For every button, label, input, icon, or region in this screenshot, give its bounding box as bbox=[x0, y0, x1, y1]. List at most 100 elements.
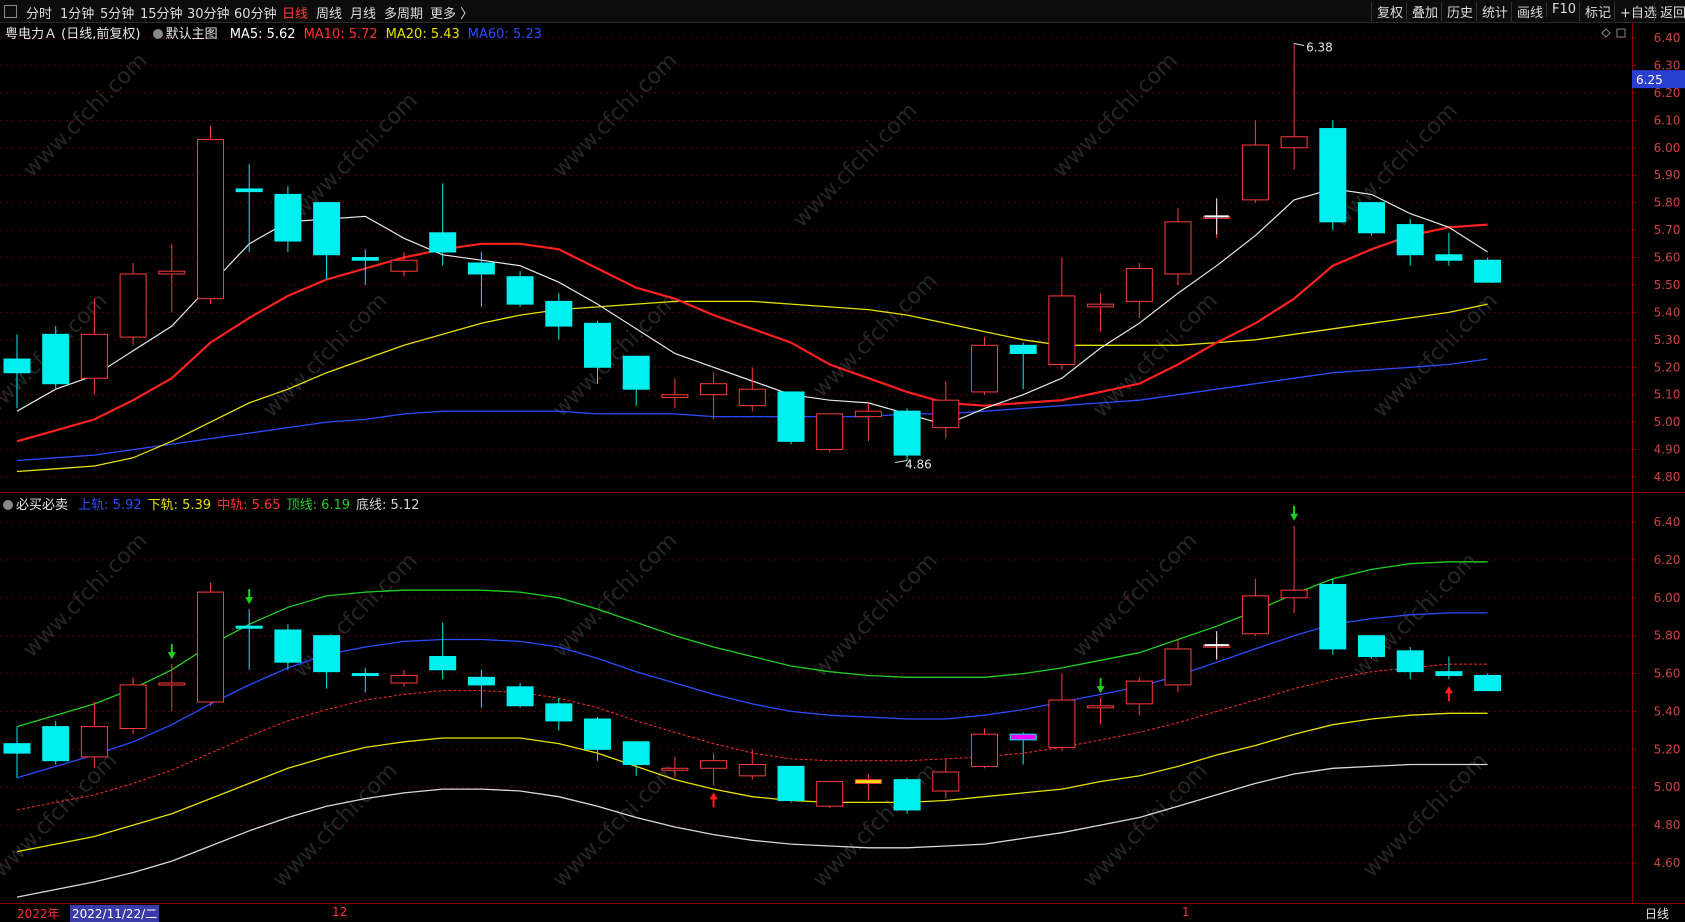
main-candle-body bbox=[816, 413, 844, 451]
indicator-candle-body bbox=[1125, 680, 1153, 705]
watermark-text: www.cfchi.com bbox=[548, 48, 682, 182]
main-candle-body bbox=[429, 232, 457, 253]
price-tick-label: 5.00 bbox=[1654, 415, 1681, 429]
indicator-tick-label: 4.80 bbox=[1654, 818, 1681, 832]
period-label[interactable]: 日线 bbox=[1645, 905, 1669, 922]
price-tick-label: 5.30 bbox=[1654, 333, 1681, 347]
low-price-label: 4.86 bbox=[905, 458, 932, 472]
ma-label-2: MA20: 5.43 bbox=[385, 27, 460, 42]
indicator-candle-body bbox=[700, 760, 728, 769]
indicator-lower-line bbox=[16, 712, 1488, 853]
price-tick-label: 5.60 bbox=[1654, 251, 1681, 265]
indicator-candle-body bbox=[429, 656, 457, 671]
watermark-text: www.cfchi.com bbox=[808, 268, 942, 402]
indicator-candle-body bbox=[1474, 674, 1502, 692]
price-tick-label: 6.10 bbox=[1654, 113, 1681, 127]
month-12-label: 12 bbox=[332, 905, 348, 919]
indicator-candle-body bbox=[80, 726, 108, 758]
buy-arrow-head bbox=[709, 792, 718, 800]
watermark-text: www.cfchi.com bbox=[788, 98, 922, 232]
main-candle-body bbox=[738, 388, 766, 407]
indicator-legend: 上轨: 5.92 下轨: 5.39 中轨: 5.65 顶线: 6.19 底线: 5.12 bbox=[72, 498, 419, 513]
watermark-text: www.cfchi.com bbox=[288, 548, 422, 682]
price-tick-label: 6.00 bbox=[1654, 141, 1681, 155]
indicator-candle-body bbox=[1358, 635, 1385, 658]
current-price-label: 6.25 bbox=[1636, 73, 1663, 87]
indicator-name[interactable]: 必买必卖 bbox=[16, 498, 68, 513]
main-candle-body bbox=[545, 300, 573, 327]
main-candle-body bbox=[158, 270, 186, 275]
main-candle-body bbox=[971, 344, 998, 393]
ma-label-0: MA5: 5.62 bbox=[229, 27, 296, 42]
watermark-text: www.cfchi.com bbox=[1068, 528, 1202, 662]
indicator-candle-body bbox=[816, 781, 844, 807]
template-selector[interactable]: 默认主图 bbox=[152, 27, 218, 42]
indicator-candle-body bbox=[854, 779, 882, 784]
indicator-header: 必买必卖 上轨: 5.92 下轨: 5.39 中轨: 5.65 顶线: 6.19 底线:… bbox=[3, 494, 420, 513]
indicator-candle-body bbox=[1009, 733, 1037, 741]
main-candle-body bbox=[1474, 259, 1502, 283]
main-candle-body bbox=[3, 358, 31, 374]
indicator-candle-body bbox=[42, 726, 70, 762]
main-candle-body bbox=[42, 333, 70, 385]
indicator-tick-label: 6.00 bbox=[1654, 591, 1681, 605]
main-candle-body bbox=[351, 257, 379, 261]
indicator-label-1: 下轨: 5.39 bbox=[147, 498, 212, 513]
indicator-candle-body bbox=[1280, 589, 1308, 599]
main-candle-body bbox=[700, 383, 728, 396]
main-candle-body bbox=[390, 259, 418, 272]
indicator-label-4: 底线: 5.12 bbox=[356, 498, 420, 513]
stock-title[interactable]: 粤电力Ａ (日线,前复权) bbox=[5, 27, 140, 42]
indicator-tick-label: 5.00 bbox=[1654, 780, 1681, 794]
indicator-candle-body bbox=[3, 743, 31, 754]
watermark-text: www.cfchi.com bbox=[18, 528, 152, 662]
price-tick-label: 5.40 bbox=[1654, 305, 1681, 319]
main-candle-body bbox=[119, 273, 147, 338]
buy-arrow-head bbox=[1444, 686, 1453, 694]
indicator-tick-label: 6.20 bbox=[1654, 553, 1681, 567]
price-tick-label: 5.80 bbox=[1654, 196, 1681, 210]
indicator-candle-body bbox=[1087, 705, 1115, 709]
indicator-candle-body bbox=[545, 703, 573, 722]
price-tick-label: 4.80 bbox=[1654, 470, 1681, 484]
indicator-candle-body bbox=[971, 733, 998, 767]
indicator-candle-body bbox=[584, 718, 611, 750]
indicator-label-0: 上轨: 5.92 bbox=[78, 498, 142, 513]
sell-arrow-head bbox=[167, 652, 176, 660]
watermark-text: www.cfchi.com bbox=[0, 748, 123, 882]
ma-legend: MA5: 5.62 MA10: 5.72 MA20: 5.43 MA60: 5.23 bbox=[222, 27, 542, 42]
indicator-candle-body bbox=[390, 674, 418, 684]
main-candle-body bbox=[313, 202, 341, 256]
indicator-tick-label: 6.40 bbox=[1654, 515, 1681, 529]
main-candle-body bbox=[1435, 254, 1463, 261]
price-tick-label: 5.70 bbox=[1654, 223, 1681, 237]
price-tick-label: 6.40 bbox=[1654, 31, 1681, 45]
template-label: 默认主图 bbox=[165, 27, 218, 42]
stock-chart[interactable]: 6.406.306.206.106.005.905.805.705.605.50… bbox=[0, 0, 1685, 921]
main-candle-body bbox=[467, 262, 495, 275]
indicator-dropdown-icon[interactable] bbox=[3, 499, 13, 510]
indicator-candle-body bbox=[932, 771, 960, 792]
indicator-candle-body bbox=[1396, 650, 1424, 673]
main-candle-body bbox=[1241, 144, 1269, 201]
main-candle-body bbox=[274, 193, 302, 242]
main-candle-body bbox=[1048, 295, 1076, 366]
main-candle-body bbox=[622, 355, 650, 390]
date-axis bbox=[0, 904, 1685, 921]
panel-settings-icon bbox=[1616, 28, 1626, 38]
watermark-text: www.cfchi.com bbox=[1048, 48, 1182, 182]
indicator-label-3: 顶线: 6.19 bbox=[286, 498, 351, 513]
price-tick-label: 5.20 bbox=[1654, 360, 1681, 374]
price-tick-label: 5.50 bbox=[1654, 278, 1681, 292]
main-candle-body bbox=[584, 322, 611, 368]
sell-arrow-head bbox=[1290, 513, 1299, 521]
indicator-candle-body bbox=[313, 635, 341, 673]
indicator-candle-body bbox=[893, 779, 921, 811]
indicator-candle-body bbox=[274, 629, 302, 663]
indicator-tick-label: 5.80 bbox=[1654, 629, 1681, 643]
price-tick-label: 4.90 bbox=[1654, 443, 1681, 457]
watermark-text: www.cfchi.com bbox=[1328, 98, 1462, 232]
watermark-text: www.cfchi.com bbox=[548, 528, 682, 662]
indicator-tick-label: 5.60 bbox=[1654, 667, 1681, 681]
indicator-candle-body bbox=[197, 591, 224, 703]
